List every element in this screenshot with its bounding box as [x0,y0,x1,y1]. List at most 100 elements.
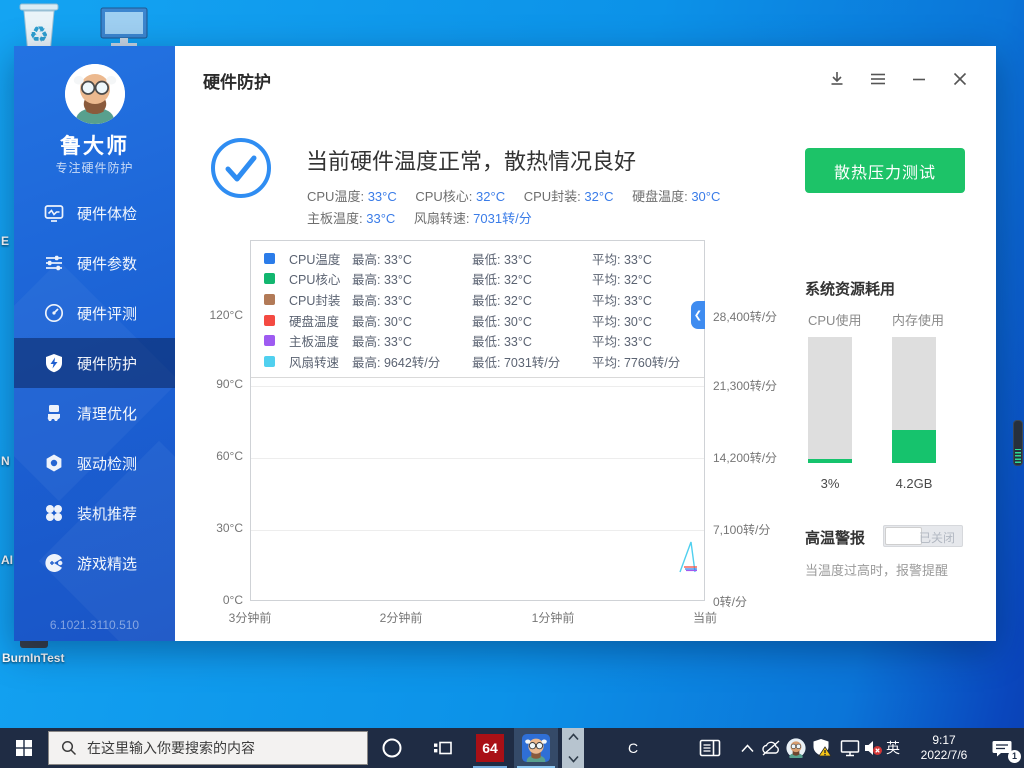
taskbar-search[interactable] [48,731,368,765]
metric-value: 7031转/分 [473,211,532,226]
cpu-usage-label: CPU使用 [808,310,861,329]
legend-row: 主板温度 最高: 33°C 最低: 33°C 平均: 33°C [264,330,704,351]
desktop-label-partial-ai: AI [1,553,13,567]
cortana-button[interactable] [370,728,414,768]
y-axis-left-tick: 0°C [183,593,243,607]
stress-test-button[interactable]: 散热压力测试 [805,148,965,193]
page-title: 硬件防护 [203,68,271,93]
search-input[interactable] [87,740,337,756]
cortana-icon [381,737,403,759]
news-interest-button[interactable] [692,728,728,768]
chevron-up-icon [741,744,754,753]
chevron-down-icon [568,755,579,763]
series-name: CPU核心 [289,269,352,288]
ludashi-tray-button[interactable] [782,728,810,768]
series-name: CPU温度 [289,249,352,268]
clock-time: 9:17 [932,733,955,748]
ludashi-taskbar-button[interactable] [514,728,558,768]
sidebar-item-hardware-benchmark[interactable]: 硬件评测 [14,288,175,338]
metric-value: 33°C [366,211,395,226]
taskbar-overflow-letter: C [618,728,648,768]
toggle-knob [885,527,922,545]
y-axis-right-tick: 0转/分 [713,593,799,610]
start-button[interactable] [0,728,48,768]
sidebar-item-hardware-params[interactable]: 硬件参数 [14,238,175,288]
x-axis-tick: 1分钟前 [513,609,593,626]
taskbar: 64 C [0,728,1024,768]
security-tray-button[interactable] [808,728,836,768]
windows-logo-icon [16,740,32,756]
desktop-label-burnintest[interactable]: BurnInTest [2,651,64,665]
sliders-icon [44,253,64,273]
x-axis-tick: 2分钟前 [361,609,441,626]
y-axis-left-tick: 90°C [183,377,243,391]
status-headline: 当前硬件温度正常，散热情况良好 [306,144,636,176]
aida64-icon: 64 [476,734,504,762]
metric-value: 33°C [368,189,397,204]
sidebar-item-cleanup[interactable]: 清理优化 [14,388,175,438]
download-icon[interactable] [828,70,846,88]
notification-center-button[interactable]: 1 [980,728,1024,768]
high-temp-alert-toggle[interactable]: 已关闭 [883,525,963,547]
sidebar-item-driver-check[interactable]: 驱动检测 [14,438,175,488]
metric-label: CPU温度: [307,189,364,204]
series-name: 主板温度 [289,331,352,350]
memory-usage-fill [892,430,936,463]
cpu-usage-fill [808,459,852,463]
task-view-icon [433,739,452,757]
brand-tagline: 专注硬件防护 [14,159,175,176]
legend-row: CPU封装 最高: 33°C 最低: 32°C 平均: 33°C [264,289,704,310]
sidebar-item-label: 游戏精选 [77,553,137,574]
ime-indicator[interactable]: 英 [880,728,906,768]
sidebar-item-build-recommend[interactable]: 装机推荐 [14,488,175,538]
sidebar-item-label: 硬件防护 [77,353,137,374]
close-icon[interactable] [951,70,969,88]
y-axis-right-tick: 14,200转/分 [713,449,799,466]
brand-name: 鲁大师 [14,130,175,160]
y-axis-left-tick: 120°C [183,308,243,322]
metric-label: 风扇转速: [414,211,470,226]
desktop-label-partial-n: N [1,454,10,468]
shield-warning-icon [812,738,832,758]
gadget-activity-bars [1015,449,1021,463]
metric-value: 32°C [584,189,613,204]
memory-usage-label: 内存使用 [892,310,944,329]
metric-label: CPU封装: [524,189,581,204]
memory-usage-bar [892,337,936,463]
chevron-up-icon [568,733,579,741]
y-axis-right-tick: 7,100转/分 [713,521,799,538]
desktop-monitor-gadget [1013,420,1023,466]
taskbar-scroll-spinner[interactable] [562,728,584,768]
resources-title: 系统资源耗用 [805,278,895,299]
sidebar-item-hardware-protection[interactable]: 硬件防护 [14,338,175,388]
minimize-icon[interactable] [910,70,928,88]
y-axis-left-tick: 60°C [183,449,243,463]
tray-expand-button[interactable] [734,728,760,768]
monitor-pulse-icon [44,203,64,223]
news-icon [699,738,721,758]
aida64-taskbar-button[interactable]: 64 [470,728,510,768]
sidebar-item-label: 硬件体检 [77,203,137,224]
sidebar-item-game-picks[interactable]: 游戏精选 [14,538,175,588]
alert-title: 高温警报 [805,527,865,548]
ludashi-window: 鲁大师 专注硬件防护 硬件体检 硬件参数 硬件评测 硬件防护 清理优化 [14,46,996,641]
memory-usage-value: 4.2GB [892,476,936,491]
legend-row: 硬盘温度 最高: 30°C 最低: 30°C 平均: 30°C [264,310,704,331]
window-controls [828,70,969,88]
metric-value: 32°C [476,189,505,204]
legend-collapse-tab[interactable]: ❮ [691,301,705,329]
taskbar-clock[interactable]: 9:17 2022/7/6 [908,728,980,768]
menu-icon[interactable] [869,70,887,88]
pacman-game-icon [44,553,64,573]
sidebar-item-hardware-check[interactable]: 硬件体检 [14,188,175,238]
y-axis-left-tick: 30°C [183,521,243,535]
onedrive-tray-button[interactable] [758,728,784,768]
series-swatch [264,294,275,305]
status-ok-icon [211,138,271,198]
notification-count-badge: 1 [1008,750,1021,763]
sidebar-item-label: 装机推荐 [77,503,137,524]
x-axis-tick: 3分钟前 [210,609,290,626]
cpu-usage-value: 3% [808,476,852,491]
task-view-button[interactable] [422,728,462,768]
brush-icon [44,403,64,423]
